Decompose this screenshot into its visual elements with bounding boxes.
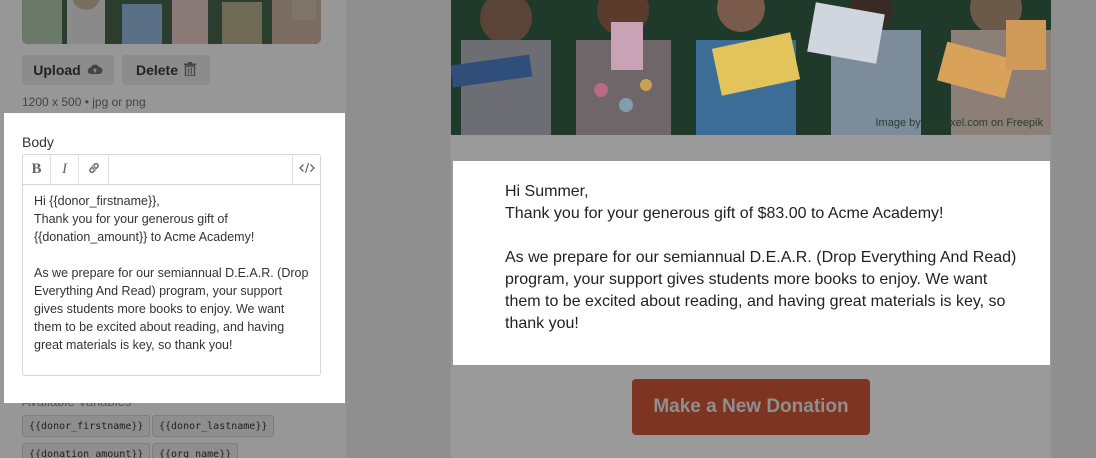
body-label: Body xyxy=(22,134,54,150)
hero-image: Image by rawpixel.com on Freepik xyxy=(451,0,1051,135)
image-size-hint: 1200 x 500 • jpg or png xyxy=(22,95,146,109)
header-image-thumbnail xyxy=(22,0,321,44)
source-code-button[interactable] xyxy=(292,155,320,184)
variable-chip-donor-lastname[interactable]: {{donor_lastname}} xyxy=(152,415,275,437)
code-icon xyxy=(298,161,315,178)
message-preview-panel: Hi Summer, Thank you for your generous g… xyxy=(453,161,1050,365)
body-editor-textarea[interactable]: Hi {{donor_firstname}}, Thank you for yo… xyxy=(23,185,320,354)
cloud-upload-icon xyxy=(87,62,103,78)
delete-label: Delete xyxy=(135,62,179,78)
editor-toolbar: B I xyxy=(23,155,320,185)
link-button[interactable] xyxy=(79,155,109,184)
upload-label: Upload xyxy=(33,62,81,78)
image-credit: Image by rawpixel.com on Freepik xyxy=(875,117,1043,129)
bold-button[interactable]: B xyxy=(23,155,51,184)
message-preview-text: Hi Summer, Thank you for your generous g… xyxy=(505,183,1017,332)
body-editor-panel: Body B I Hi {{donor_firstname}}, Thank y… xyxy=(4,113,345,403)
italic-button[interactable]: I xyxy=(51,155,79,184)
variable-chip-donor-firstname[interactable]: {{donor_firstname}} xyxy=(22,415,151,437)
link-icon xyxy=(87,161,101,179)
delete-button[interactable]: Delete xyxy=(122,55,210,85)
rich-text-editor: B I Hi {{donor_firstname}}, Thank you fo… xyxy=(22,154,321,376)
trash-icon xyxy=(184,61,197,79)
make-new-donation-button[interactable]: Make a New Donation xyxy=(632,379,870,435)
variable-chip-donation-amount[interactable]: {{donation_amount}} xyxy=(22,443,151,458)
upload-button[interactable]: Upload xyxy=(22,55,114,85)
variable-chip-org-name[interactable]: {{org_name}} xyxy=(152,443,239,458)
